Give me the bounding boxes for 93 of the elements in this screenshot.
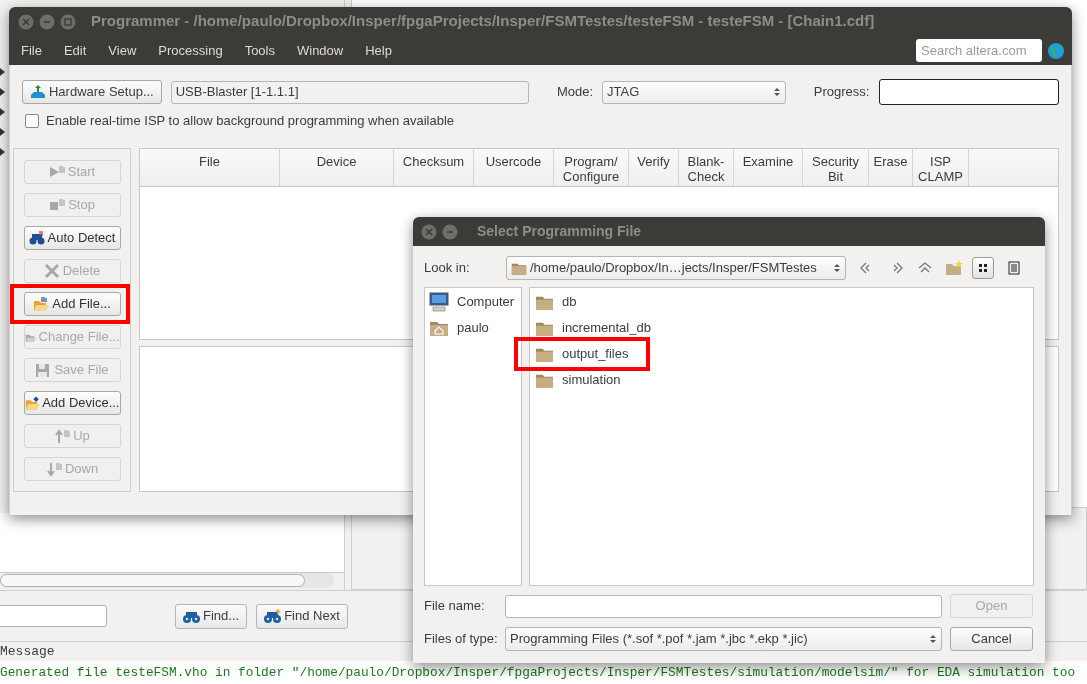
folder-label: db xyxy=(562,293,577,312)
close-icon[interactable] xyxy=(421,223,437,240)
folder-label: output_files xyxy=(562,345,629,364)
place-item[interactable]: paulo xyxy=(425,315,521,341)
find-button[interactable]: Find... xyxy=(175,603,248,629)
computer-icon xyxy=(429,292,449,312)
home-folder-icon xyxy=(429,319,449,337)
find-button[interactable]: Find Next xyxy=(256,603,348,629)
file-type-dropdown[interactable]: Programming Files (*.sof *.pof *.jam *.jbc *.ekp *.jic) xyxy=(505,627,942,651)
window-title: Programmer - /home/paulo/Dropbox/Insper/fpgaProjects/Insper/FSMTestes/testeFSM - testeFSM - [Chain1.cdf] xyxy=(91,11,875,32)
folder-item[interactable]: incremental_db xyxy=(530,315,656,341)
side-button[interactable]: Add File... xyxy=(23,292,121,316)
column-header: Message xyxy=(0,642,55,661)
menu-item[interactable]: View xyxy=(108,40,137,61)
progress-label: Progress: xyxy=(813,83,870,102)
mode-label: Mode: xyxy=(556,83,594,102)
column-header[interactable]: Verify xyxy=(629,149,679,186)
binoculars-icon xyxy=(28,230,46,246)
message-text: Generated file testeFSM.vho in folder "/home/paulo/Dropbox/Insper/fpgaProjects/Insper/FSMTestes/simulation/modelsim/" for EDA simulation too xyxy=(0,663,1076,682)
checkbox[interactable] xyxy=(25,114,39,128)
play-icon xyxy=(48,164,66,180)
menu-item[interactable]: Edit xyxy=(63,40,87,61)
expand-arrow-icon xyxy=(0,108,5,116)
cross-icon xyxy=(43,263,61,279)
file-type-label: Files of type: xyxy=(424,630,499,649)
stop-icon xyxy=(49,197,67,213)
new-folder-icon[interactable] xyxy=(945,260,963,276)
hardware-field[interactable]: USB-Blaster [1-1.1.1] xyxy=(170,80,529,104)
side-button: Delete xyxy=(23,259,121,283)
spinner-arrows-icon xyxy=(929,633,937,645)
minimize-icon[interactable] xyxy=(442,223,458,240)
up-arrow-icon xyxy=(54,428,72,444)
search-field[interactable]: Search altera.com xyxy=(916,39,1042,62)
down-arrow-icon xyxy=(45,461,63,477)
open-button: Open xyxy=(950,594,1033,618)
horizontal-scrollbar[interactable] xyxy=(0,573,334,588)
menu-item[interactable]: Tools xyxy=(244,40,275,61)
folder-item[interactable]: output_files xyxy=(530,341,634,367)
spinner-arrows-icon xyxy=(833,262,841,274)
column-header[interactable]: Blank- Check xyxy=(679,149,734,186)
expand-arrow-icon xyxy=(0,128,5,136)
binoculars-icon xyxy=(264,608,282,624)
folder-item[interactable]: simulation xyxy=(530,367,626,393)
column-header[interactable]: File xyxy=(140,149,280,186)
column-header[interactable]: Checksum xyxy=(394,149,474,186)
file-name-label: File name: xyxy=(424,597,486,616)
folder-label: incremental_db xyxy=(562,319,651,338)
maximize-icon[interactable] xyxy=(60,13,76,30)
menu-item[interactable]: Processing xyxy=(158,40,223,61)
side-button: Save File xyxy=(23,358,121,382)
column-header[interactable]: Device xyxy=(280,149,394,186)
file-name-field[interactable] xyxy=(505,594,942,618)
column-header[interactable]: ISP CLAMP xyxy=(913,149,969,186)
spinner-arrows-icon xyxy=(772,86,781,98)
column-header[interactable]: Examine xyxy=(734,149,803,186)
hardware-icon xyxy=(29,84,46,100)
side-button: Down xyxy=(23,457,121,481)
side-button: Up xyxy=(23,424,121,448)
path-dropdown[interactable]: /home/paulo/Dropbox/In…jects/Insper/FSMTestes xyxy=(506,256,846,280)
place-label: Computer xyxy=(457,293,515,312)
expand-arrow-icon xyxy=(0,88,5,96)
folder-icon xyxy=(33,296,51,312)
expand-arrow-icon xyxy=(0,148,5,156)
column-header[interactable]: Usercode xyxy=(474,149,554,186)
folder-icon xyxy=(24,395,41,411)
side-button: Change File... xyxy=(23,325,121,349)
window-title: Select Programming File xyxy=(477,222,642,241)
place-label: paulo xyxy=(457,319,489,338)
checkbox-label: Enable real-time ISP to allow background programming when available xyxy=(46,112,455,131)
globe-icon[interactable] xyxy=(1048,42,1064,59)
list-view-icon xyxy=(1006,260,1022,276)
folder-label: simulation xyxy=(562,371,621,390)
hardware-setup-button[interactable]: Hardware Setup... xyxy=(22,80,162,104)
search-field[interactable] xyxy=(0,605,107,627)
place-item[interactable]: Computer xyxy=(425,289,521,315)
mode-dropdown[interactable]: JTAG xyxy=(602,80,786,104)
column-header[interactable]: Erase xyxy=(869,149,913,186)
close-icon[interactable] xyxy=(18,13,34,30)
side-button: Stop xyxy=(23,193,121,217)
folder-item[interactable]: db xyxy=(530,289,582,315)
side-button[interactable]: Add Device... xyxy=(23,391,121,415)
column-header[interactable]: Program/ Configure xyxy=(554,149,629,186)
minimize-icon[interactable] xyxy=(39,13,55,30)
side-button: Start xyxy=(23,160,121,184)
cancel-button[interactable]: Cancel xyxy=(950,627,1033,651)
side-button[interactable]: Auto Detect xyxy=(23,226,121,250)
look-in-label: Look in: xyxy=(424,259,471,278)
view-toggle[interactable] xyxy=(972,257,994,279)
menu-item[interactable]: File xyxy=(21,40,42,61)
menu-item[interactable]: Help xyxy=(365,40,392,61)
menu-item[interactable]: Window xyxy=(297,40,344,61)
column-header[interactable]: Security Bit xyxy=(803,149,869,186)
expand-arrow-icon xyxy=(0,68,5,76)
